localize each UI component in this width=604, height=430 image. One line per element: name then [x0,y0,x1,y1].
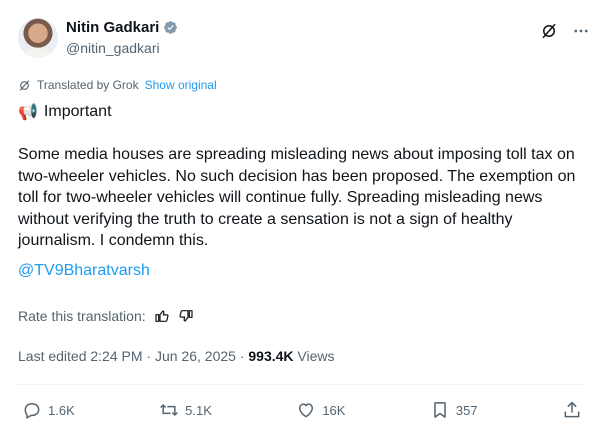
divider [18,384,586,385]
translation-label: Translated by Grok [37,78,139,92]
grok-icon [19,79,30,91]
like-count: 16K [322,402,346,418]
thumbs-up-icon[interactable] [154,308,170,324]
author-handle[interactable]: @nitin_gadkari [66,40,160,56]
views-label: Views [293,348,335,364]
rate-translation: Rate this translation: [18,308,194,324]
bookmark-count: 357 [455,402,478,418]
author-name-row[interactable]: Nitin Gadkari [66,19,178,36]
views-count: 993.4K [248,348,294,364]
reply-icon [24,403,40,419]
show-original-link[interactable]: Show original [145,78,217,92]
repost-icon [160,404,179,416]
post-title: 📢 Important [18,102,112,122]
post-card: Nitin Gadkari @nitin_gadkari Translated [0,0,604,430]
share-icon [564,401,580,418]
share-button[interactable] [562,400,582,420]
megaphone-icon: 📢 [18,104,38,121]
reply-button[interactable]: 1.6K [22,400,75,420]
edited-timestamp[interactable]: Last edited 2:24 PM · Jun 26, 2025 · [18,348,248,364]
heart-icon [299,403,314,418]
bookmark-button[interactable]: 357 [430,400,478,420]
translation-notice: Translated by Grok Show original [18,78,217,92]
post-title-text: Important [43,103,112,120]
rate-label: Rate this translation: [18,308,146,324]
post-body: Some media houses are spreading misleadi… [18,146,576,249]
author-name[interactable]: Nitin Gadkari [66,19,159,36]
repost-button[interactable]: 5.1K [159,400,212,420]
post-header: Nitin Gadkari @nitin_gadkari [18,16,590,64]
header-actions [540,22,590,40]
like-button[interactable]: 16K [296,400,345,420]
mention-link[interactable]: @TV9Bharatvarsh [18,262,150,280]
grok-icon[interactable] [540,22,558,40]
avatar[interactable] [18,18,58,58]
verified-badge-icon [164,21,178,34]
post-meta: Last edited 2:24 PM · Jun 26, 2025 · 993… [18,348,335,364]
reply-count: 1.6K [48,402,75,418]
more-options-icon[interactable] [572,22,590,40]
action-bar: 1.6K 5.1K 16K 357 [22,398,582,422]
thumbs-down-icon[interactable] [178,308,194,324]
repost-count: 5.1K [185,402,212,418]
bookmark-icon [434,402,446,418]
